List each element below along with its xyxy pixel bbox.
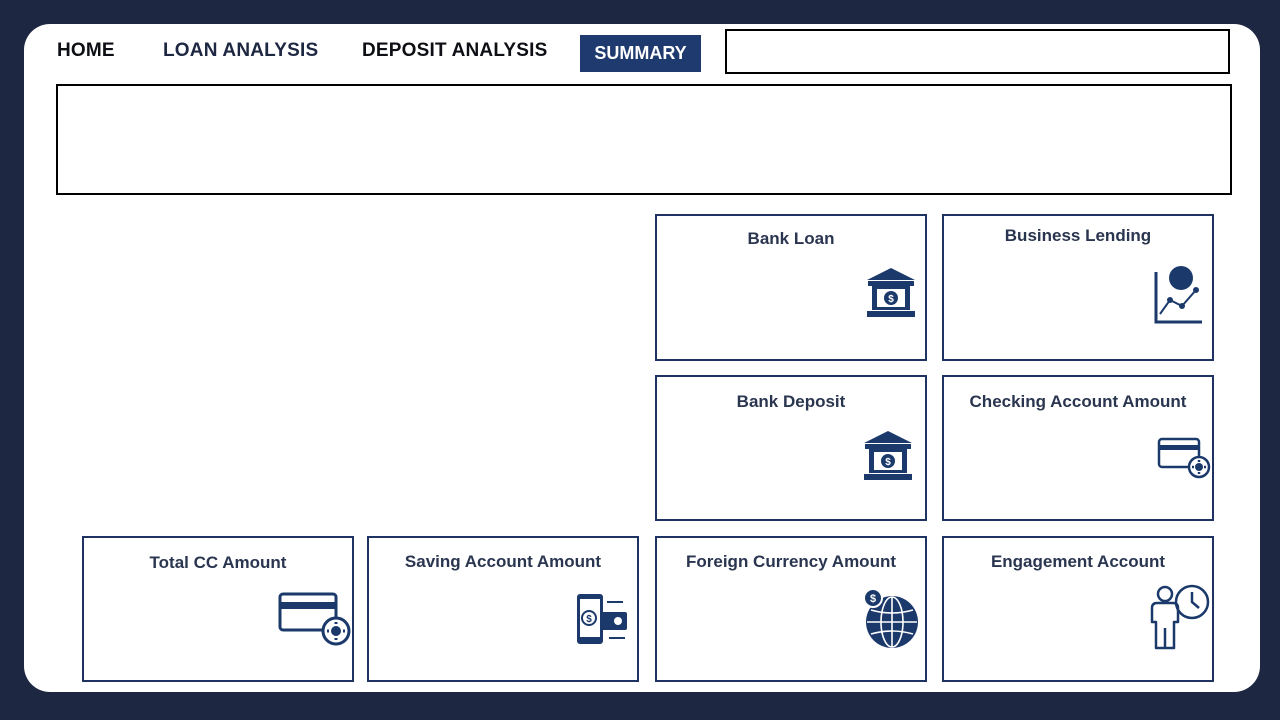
card-title: Business Lending <box>1004 226 1152 245</box>
header-banner-box <box>56 84 1232 195</box>
card-bank-loan[interactable]: Bank Loan $ <box>655 214 927 361</box>
card-gear-icon <box>278 591 352 647</box>
card-title: Engagement Account <box>990 552 1166 571</box>
card-title: Total CC Amount <box>149 553 287 572</box>
card-business-lending[interactable]: Business Lending <box>942 214 1214 361</box>
card-title: Checking Account Amount <box>969 392 1187 411</box>
card-total-cc-amount[interactable]: Total CC Amount <box>82 536 354 682</box>
mobile-payment-icon: $ <box>575 592 629 646</box>
person-clock-icon <box>1144 582 1212 652</box>
globe-dollar-icon: $ <box>861 588 921 650</box>
chart-icon <box>1152 264 1204 326</box>
card-foreign-currency-amount[interactable]: Foreign Currency Amount $ <box>655 536 927 682</box>
nav-home[interactable]: HOME <box>57 40 115 62</box>
card-title: Foreign Currency Amount <box>686 552 896 571</box>
nav-deposit-analysis[interactable]: DEPOSIT ANALYSIS <box>362 40 548 62</box>
bank-icon: $ <box>864 266 918 320</box>
svg-text:$: $ <box>870 593 876 605</box>
card-bank-deposit[interactable]: Bank Deposit $ <box>655 375 927 521</box>
svg-text:$: $ <box>885 457 891 468</box>
card-engagement-account[interactable]: Engagement Account <box>942 536 1214 682</box>
svg-text:$: $ <box>586 614 592 625</box>
card-checking-account-amount[interactable]: Checking Account Amount <box>942 375 1214 521</box>
card-saving-account-amount[interactable]: Saving Account Amount $ <box>367 536 639 682</box>
nav-summary[interactable]: SUMMARY <box>580 35 701 72</box>
nav-loan-analysis[interactable]: LOAN ANALYSIS <box>163 40 318 62</box>
bank-icon: $ <box>861 429 915 483</box>
card-title: Saving Account Amount <box>404 552 602 571</box>
card-title: Bank Deposit <box>736 392 846 411</box>
card-title: Bank Loan <box>747 229 835 248</box>
card-gear-icon <box>1157 437 1211 479</box>
svg-text:$: $ <box>888 294 894 305</box>
filter-slicer-box[interactable] <box>725 29 1230 74</box>
